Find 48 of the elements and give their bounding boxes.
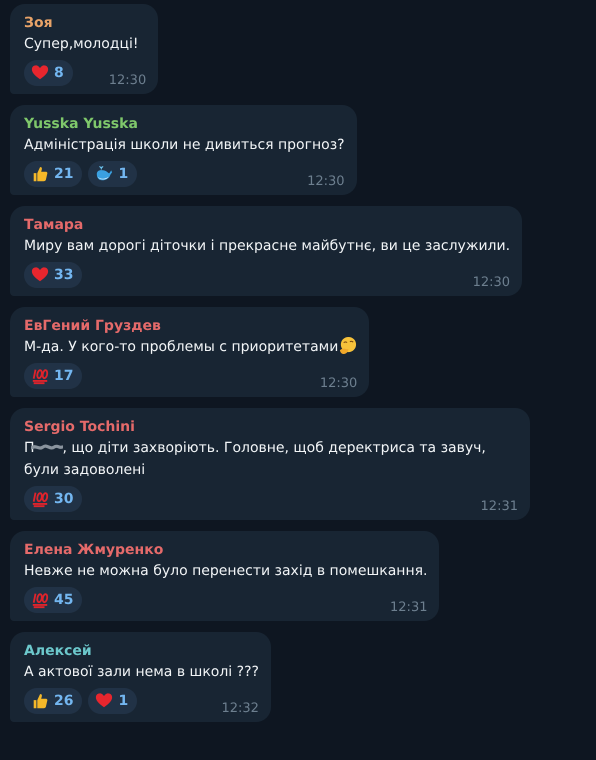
reaction-button[interactable]: 8	[24, 60, 73, 86]
reaction-button[interactable]: 45	[24, 587, 82, 613]
whale-icon	[95, 165, 114, 183]
reaction-count: 33	[54, 267, 74, 283]
reaction-count: 30	[54, 491, 74, 507]
message-text: Невже не можна було перенести захід в помешкання.	[24, 563, 428, 579]
reaction-count: 8	[54, 65, 64, 81]
author-name: ЕвГений Груздев	[24, 317, 162, 336]
heart-icon	[95, 692, 114, 710]
heart-icon	[31, 64, 49, 82]
thumbs-up-icon	[31, 165, 49, 183]
author-name: Sergio Tochini	[24, 418, 136, 437]
message-text: Адміністрація школи не дивиться прогноз?	[24, 137, 345, 153]
reaction-button[interactable]: 1	[88, 161, 138, 187]
reaction-button[interactable]: 21	[24, 161, 82, 187]
message-text: Супер,молодці!	[24, 36, 139, 52]
reaction-count: 17	[54, 368, 74, 384]
message-time: 12:31	[390, 601, 428, 615]
author-name: Тамара	[24, 216, 84, 235]
message-text: Миру вам дорогі діточки і прекрасне майбутнє, ви це заслужили.	[24, 238, 510, 254]
author-name: Алексей	[24, 642, 93, 661]
hundred-icon	[31, 591, 49, 609]
author-name: Елена Жмуренко	[24, 541, 164, 560]
reaction-button[interactable]: 17	[24, 363, 82, 389]
author-name: Зоя	[24, 14, 54, 33]
hundred-icon	[31, 367, 49, 385]
reaction-button[interactable]: 30	[24, 486, 82, 512]
message-time: 12:30	[320, 377, 358, 391]
hundred-icon	[31, 490, 49, 508]
message-time: 12:30	[108, 74, 146, 88]
reaction-count: 45	[54, 592, 74, 608]
reaction-count: 26	[54, 693, 74, 709]
reaction-count: 1	[118, 166, 128, 182]
message-text: А актової зали нема в школі ???	[24, 664, 259, 680]
heart-icon	[31, 266, 49, 284]
reaction-count: 1	[118, 693, 128, 709]
message-time: 12:30	[307, 175, 345, 189]
message-time: 12:30	[472, 276, 510, 290]
message-time: 12:31	[480, 500, 518, 514]
reaction-button[interactable]: 33	[24, 262, 82, 288]
reaction-count: 21	[54, 166, 74, 182]
message-time: 12:32	[221, 702, 259, 716]
thinking-emoji-icon	[338, 336, 358, 355]
reaction-button[interactable]: 1	[88, 688, 138, 714]
thumbs-up-icon	[31, 692, 49, 710]
author-name: Yusska Yusska	[24, 115, 139, 134]
message-text: М-да. У кого-то проблемы с приоритетами	[24, 339, 338, 355]
reaction-button[interactable]: 26	[24, 688, 82, 714]
